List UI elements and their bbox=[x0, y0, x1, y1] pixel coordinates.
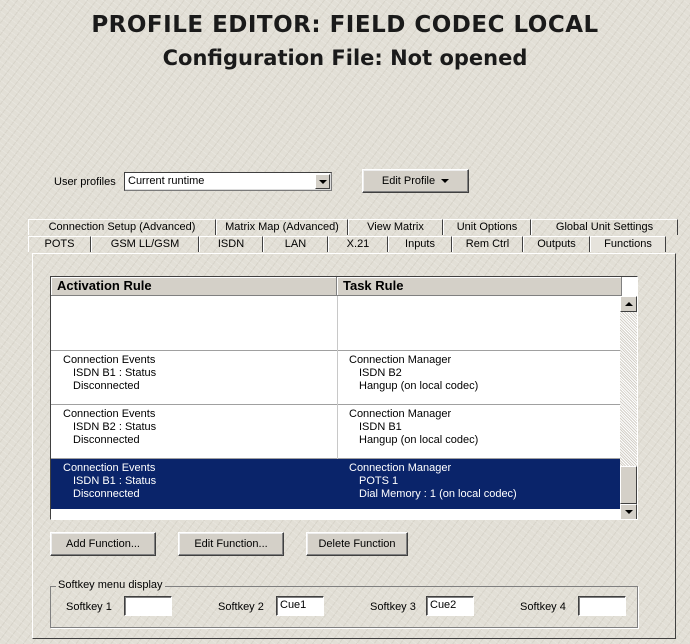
column-divider bbox=[337, 296, 338, 459]
tab-row-top: Connection Setup (Advanced) Matrix Map (… bbox=[28, 219, 678, 235]
softkey-2-input[interactable]: Cue1 bbox=[276, 596, 324, 616]
functions-list[interactable]: Activation Rule Task Rule Connection Eve… bbox=[50, 276, 638, 520]
tab-lan[interactable]: LAN bbox=[263, 236, 328, 252]
user-profiles-label: User profiles bbox=[54, 176, 116, 188]
table-row-activation[interactable] bbox=[51, 296, 337, 351]
softkey-4-input[interactable] bbox=[578, 596, 626, 616]
scroll-up-arrow-icon[interactable] bbox=[620, 296, 637, 312]
scrollbar-thumb[interactable] bbox=[620, 466, 637, 504]
table-row-task[interactable]: Connection Manager ISDN B2 Hangup (on lo… bbox=[337, 351, 622, 405]
scroll-down-arrow-icon[interactable] bbox=[620, 504, 637, 519]
table-row-activation[interactable]: Connection Events ISDN B2 : Status Disco… bbox=[51, 405, 337, 459]
softkey-4-label: Softkey 4 bbox=[520, 601, 566, 613]
tab-isdn[interactable]: ISDN bbox=[199, 236, 263, 252]
tab-connection-setup-advanced[interactable]: Connection Setup (Advanced) bbox=[28, 219, 216, 235]
column-header-activation[interactable]: Activation Rule bbox=[51, 277, 337, 296]
tab-view-matrix[interactable]: View Matrix bbox=[348, 219, 443, 235]
tab-pots[interactable]: POTS bbox=[28, 236, 91, 252]
softkey-2-label: Softkey 2 bbox=[218, 601, 264, 613]
page-title: PROFILE EDITOR: FIELD CODEC LOCAL bbox=[91, 12, 599, 38]
tab-matrix-map-advanced[interactable]: Matrix Map (Advanced) bbox=[216, 219, 348, 235]
edit-profile-label: Edit Profile bbox=[381, 175, 436, 187]
table-row-activation[interactable]: Connection Events ISDN B1 : Status Disco… bbox=[51, 351, 337, 405]
tab-row-bottom: POTS GSM LL/GSM ISDN LAN X.21 Inputs Rem… bbox=[28, 236, 666, 252]
softkey-3-input[interactable]: Cue2 bbox=[426, 596, 474, 616]
page-subtitle: Configuration File: Not opened bbox=[162, 46, 528, 70]
list-scrollbar[interactable] bbox=[620, 296, 637, 519]
table-row-selected[interactable]: Connection Events ISDN B1 : Status Disco… bbox=[51, 459, 622, 509]
tab-functions[interactable]: Functions bbox=[590, 236, 666, 252]
add-function-button[interactable]: Add Function... bbox=[50, 532, 156, 556]
softkey-3-label: Softkey 3 bbox=[370, 601, 416, 613]
tab-rem-ctrl[interactable]: Rem Ctrl bbox=[452, 236, 523, 252]
column-header-task[interactable]: Task Rule bbox=[337, 277, 622, 296]
softkey-group-label: Softkey menu display bbox=[56, 579, 165, 591]
user-profiles-value: Current runtime bbox=[128, 175, 205, 187]
edit-function-button[interactable]: Edit Function... bbox=[178, 532, 284, 556]
delete-function-button[interactable]: Delete Function bbox=[306, 532, 408, 556]
dropdown-arrow-icon[interactable] bbox=[315, 174, 330, 189]
user-profiles-dropdown[interactable]: Current runtime bbox=[124, 172, 332, 191]
tab-global-unit-settings[interactable]: Global Unit Settings bbox=[531, 219, 678, 235]
edit-profile-button[interactable]: Edit Profile bbox=[362, 169, 469, 193]
softkey-1-input[interactable] bbox=[124, 596, 172, 616]
tab-unit-options[interactable]: Unit Options bbox=[443, 219, 531, 235]
tab-gsm[interactable]: GSM LL/GSM bbox=[91, 236, 199, 252]
table-row-task[interactable]: Connection Manager ISDN B1 Hangup (on lo… bbox=[337, 405, 622, 459]
tab-inputs[interactable]: Inputs bbox=[388, 236, 452, 252]
dropdown-arrow-icon bbox=[441, 179, 450, 183]
tab-x21[interactable]: X.21 bbox=[328, 236, 388, 252]
softkey-1-label: Softkey 1 bbox=[66, 601, 112, 613]
tab-outputs[interactable]: Outputs bbox=[523, 236, 590, 252]
table-row-task[interactable] bbox=[337, 296, 622, 351]
